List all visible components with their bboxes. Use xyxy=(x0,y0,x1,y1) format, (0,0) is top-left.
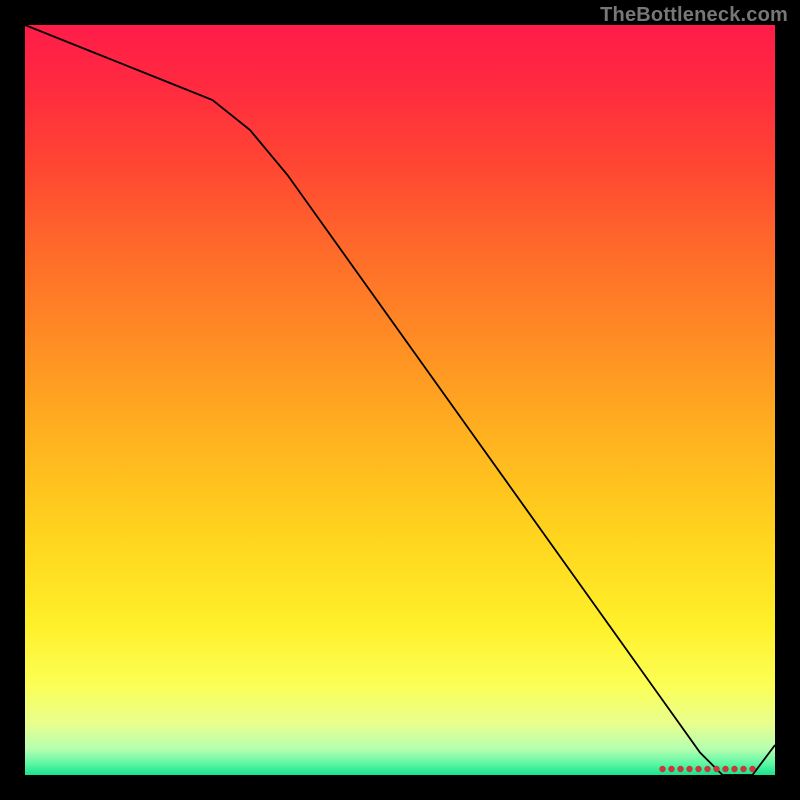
plot-outer xyxy=(25,25,775,775)
marker-dot xyxy=(731,766,737,772)
marker-dot xyxy=(713,766,719,772)
marker-dot xyxy=(740,766,746,772)
marker-dot xyxy=(686,766,692,772)
marker-dot xyxy=(695,766,701,772)
marker-dot xyxy=(749,766,755,772)
marker-dot xyxy=(704,766,710,772)
marker-dot xyxy=(659,766,665,772)
chart-frame: TheBottleneck.com xyxy=(0,0,800,800)
marker-dot xyxy=(668,766,674,772)
marker-dot xyxy=(722,766,728,772)
marker-group xyxy=(659,766,755,772)
chart-svg xyxy=(25,25,775,775)
gradient-background xyxy=(25,25,775,775)
watermark-text: TheBottleneck.com xyxy=(600,4,788,27)
marker-dot xyxy=(677,766,683,772)
